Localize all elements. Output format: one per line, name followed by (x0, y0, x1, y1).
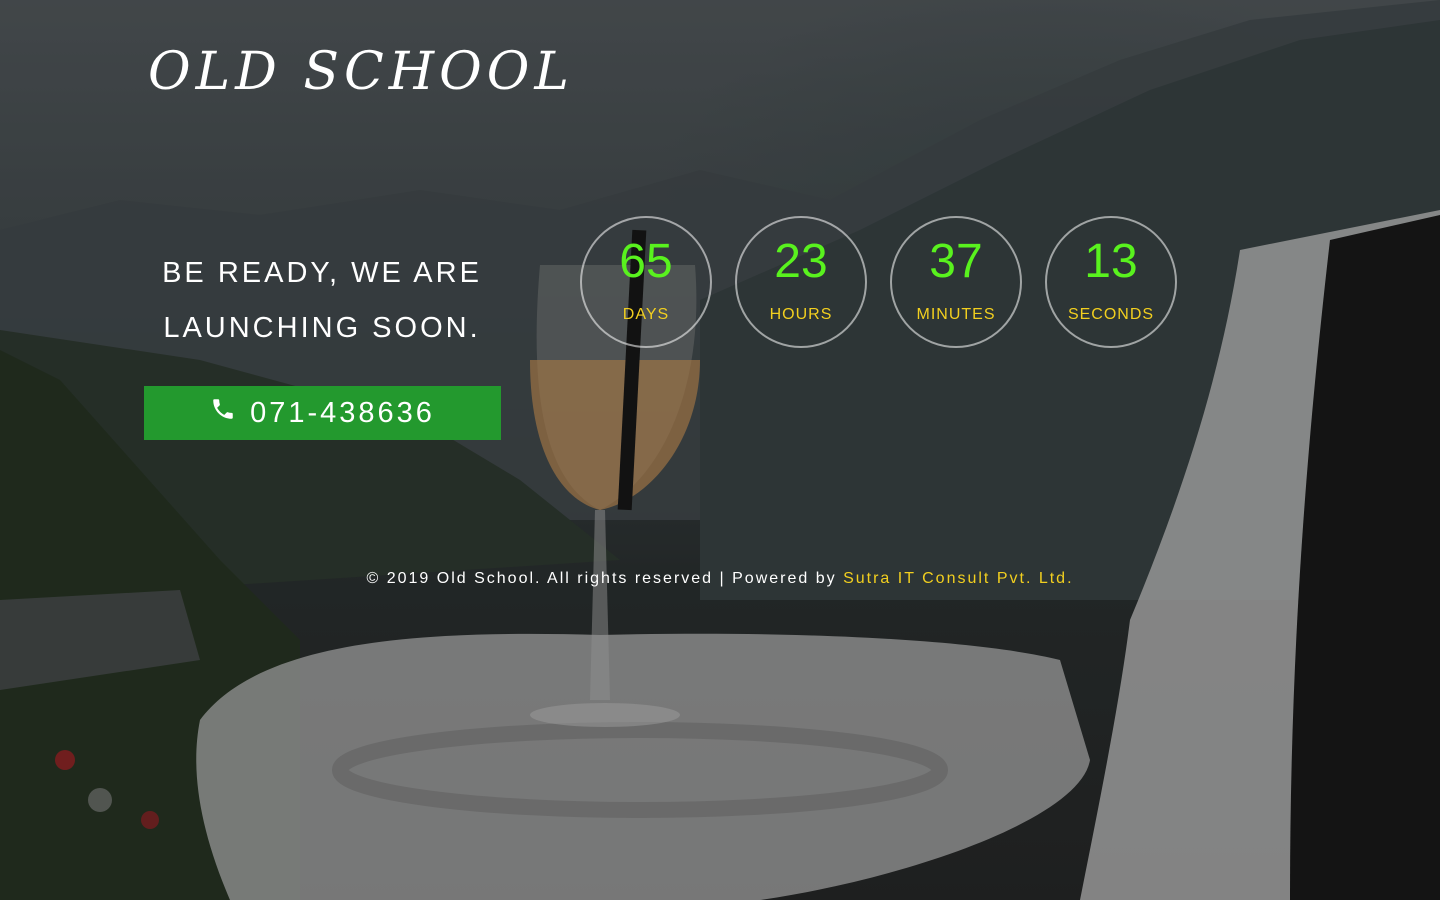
countdown-hours: 23 HOURS (735, 216, 867, 348)
phone-call-button[interactable]: 071-438636 (144, 386, 501, 440)
tagline-line-2: LAUNCHING SOON. (163, 312, 481, 344)
days-value: 65 (619, 235, 673, 288)
seconds-label: SECONDS (1067, 306, 1155, 323)
minutes-label: MINUTES (916, 306, 996, 323)
phone-number: 071-438636 (250, 396, 435, 429)
background-image (0, 0, 1440, 900)
seconds-value: 13 (1084, 235, 1138, 288)
countdown-minutes: 37 MINUTES (890, 216, 1022, 348)
phone-icon (210, 396, 236, 430)
countdown-seconds: 13 SECONDS (1045, 216, 1177, 348)
hours-label: HOURS (769, 306, 833, 323)
countdown-days: 65 DAYS (580, 216, 712, 348)
footer-copyright: © 2019 Old School. All rights reserved |… (0, 570, 1440, 588)
minutes-value: 37 (929, 235, 983, 288)
company-link[interactable]: Sutra IT Consult Pvt. Ltd. (843, 570, 1073, 587)
launch-tagline: BE READY, WE ARE LAUNCHING SOON. (144, 246, 500, 356)
site-logo[interactable]: OLD SCHOOL (148, 42, 574, 102)
tagline-line-1: BE READY, WE ARE (162, 257, 482, 289)
copyright-text: © 2019 Old School. All rights reserved |… (366, 570, 844, 587)
days-label: DAYS (622, 306, 670, 323)
hours-value: 23 (774, 235, 828, 288)
